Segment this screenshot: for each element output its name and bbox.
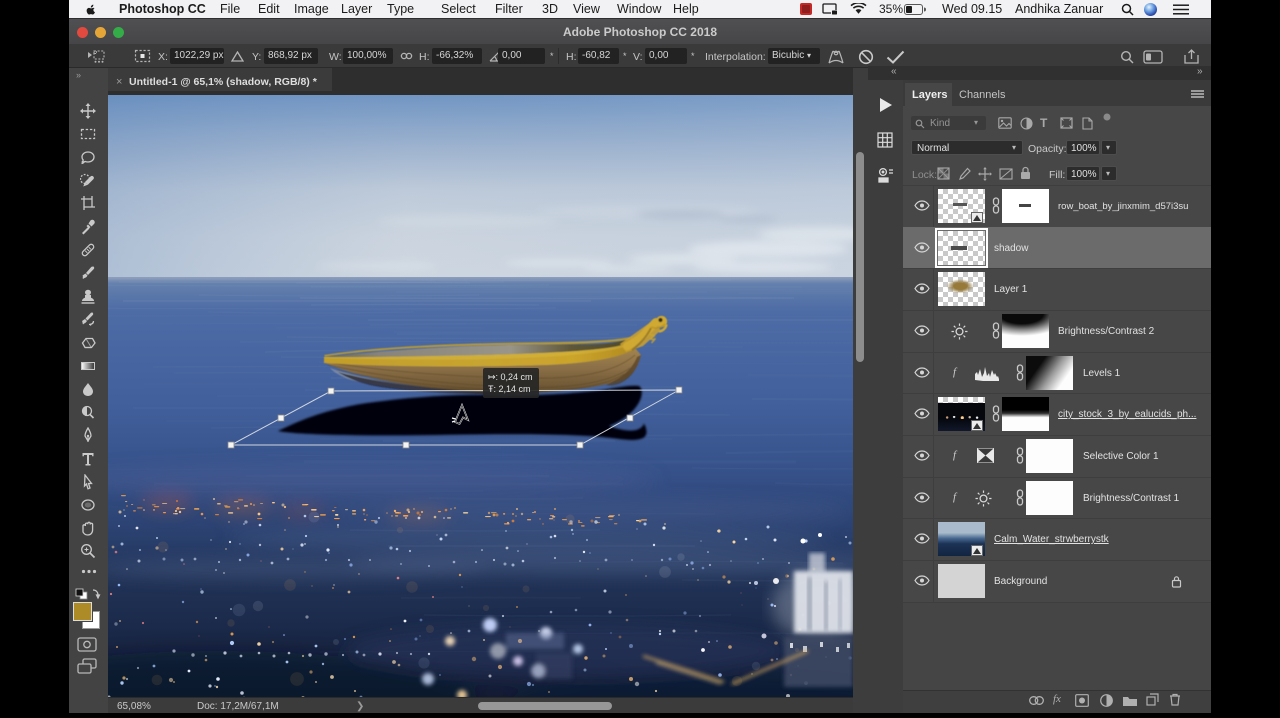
- svg-text:Ŧ: 2,14 cm: Ŧ: 2,14 cm: [488, 384, 531, 394]
- svg-text:↦: 0,24 cm: ↦: 0,24 cm: [488, 372, 533, 382]
